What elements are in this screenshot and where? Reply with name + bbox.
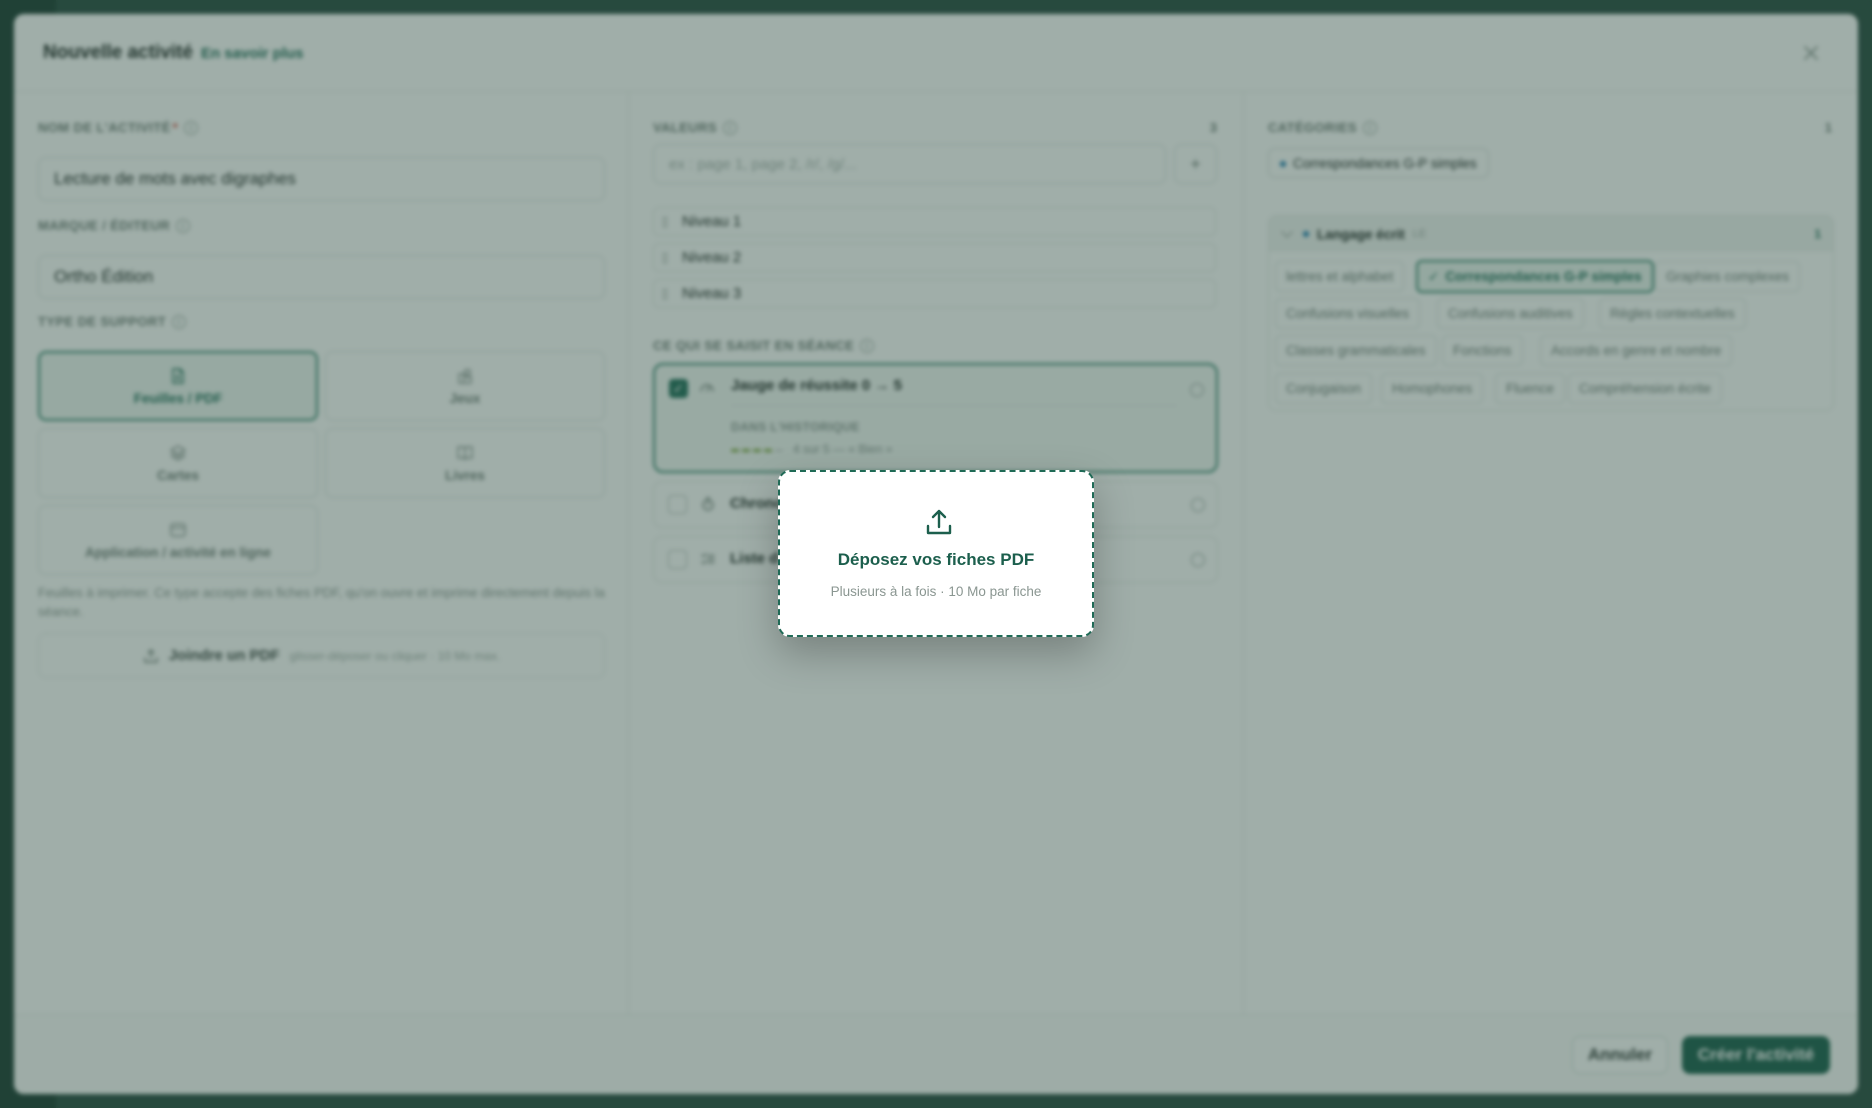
drop-zone-subtitle: Plusieurs à la fois · 10 Mo par fiche <box>830 584 1042 599</box>
drop-zone-title: Déposez vos fiches PDF <box>837 550 1035 569</box>
pdf-drop-zone[interactable]: Déposez vos fiches PDF Plusieurs à la fo… <box>778 470 1094 637</box>
upload-icon <box>926 509 952 535</box>
